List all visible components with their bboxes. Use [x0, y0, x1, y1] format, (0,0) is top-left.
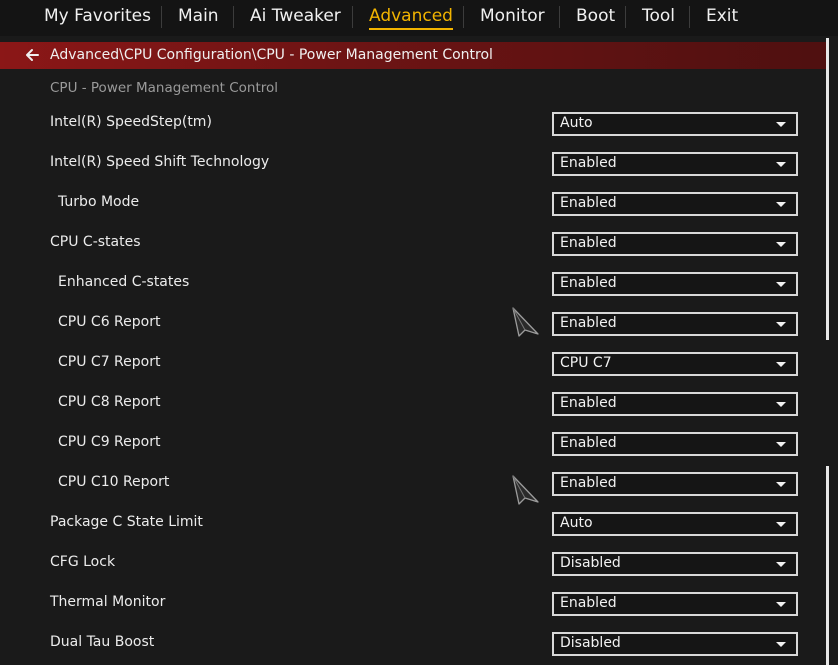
arrow-left-icon[interactable]: [24, 47, 40, 63]
dropdown-value: Enabled: [560, 475, 617, 491]
menu-divider: [352, 6, 353, 28]
setting-label: Turbo Mode: [58, 194, 140, 210]
dropdown-value: Auto: [560, 515, 593, 531]
breadcrumb-path: Advanced\CPU Configuration\CPU - Power M…: [50, 47, 493, 63]
scrollbar-thumb[interactable]: [826, 38, 829, 340]
menu-boot[interactable]: Boot: [576, 6, 615, 26]
section-title: CPU - Power Management Control: [50, 80, 279, 96]
setting-label: CPU C8 Report: [58, 394, 161, 410]
chevron-down-icon: [776, 282, 786, 287]
setting-label: CPU C-states: [50, 234, 141, 250]
dropdown-value: Enabled: [560, 195, 617, 211]
setting-label: Intel(R) SpeedStep(tm): [50, 114, 212, 130]
menu-main[interactable]: Main: [178, 6, 219, 26]
setting-dropdown[interactable]: Disabled: [552, 552, 798, 576]
setting-dropdown[interactable]: Disabled: [552, 632, 798, 656]
menu-divider: [625, 6, 626, 28]
scrollbar-thumb[interactable]: [826, 466, 829, 665]
setting-dropdown[interactable]: Enabled: [552, 152, 798, 176]
setting-label: Dual Tau Boost: [50, 634, 155, 650]
chevron-down-icon: [776, 202, 786, 207]
chevron-down-icon: [776, 322, 786, 327]
dropdown-value: Auto: [560, 115, 593, 131]
bios-screen: My Favorites Main Ai Tweaker Advanced Mo…: [0, 0, 838, 665]
top-menu: My Favorites Main Ai Tweaker Advanced Mo…: [0, 0, 838, 36]
setting-dropdown[interactable]: Auto: [552, 512, 798, 536]
menu-divider: [233, 6, 234, 28]
mouse-pointer-icon: [512, 475, 539, 505]
chevron-down-icon: [776, 602, 786, 607]
dropdown-value: Enabled: [560, 315, 617, 331]
setting-label: Package C State Limit: [50, 514, 203, 530]
chevron-down-icon: [776, 402, 786, 407]
chevron-down-icon: [776, 162, 786, 167]
menu-monitor[interactable]: Monitor: [480, 6, 545, 26]
active-underline: [369, 28, 453, 30]
chevron-down-icon: [776, 482, 786, 487]
menu-tool[interactable]: Tool: [642, 6, 675, 26]
dropdown-value: Enabled: [560, 275, 617, 291]
setting-dropdown[interactable]: Enabled: [552, 432, 798, 456]
setting-dropdown[interactable]: Enabled: [552, 232, 798, 256]
chevron-down-icon: [776, 242, 786, 247]
setting-label: Intel(R) Speed Shift Technology: [50, 154, 270, 170]
menu-advanced[interactable]: Advanced: [369, 6, 453, 30]
dropdown-value: CPU C7: [560, 355, 612, 371]
setting-label: CPU C7 Report: [58, 354, 161, 370]
setting-dropdown[interactable]: Auto: [552, 112, 798, 136]
chevron-down-icon: [776, 522, 786, 527]
setting-label: CPU C10 Report: [58, 474, 170, 490]
breadcrumb: Advanced\CPU Configuration\CPU - Power M…: [0, 42, 826, 69]
dropdown-value: Enabled: [560, 595, 617, 611]
setting-dropdown[interactable]: Enabled: [552, 592, 798, 616]
menu-divider: [463, 6, 464, 28]
dropdown-value: Disabled: [560, 555, 621, 571]
setting-label: CFG Lock: [50, 554, 116, 570]
menu-advanced-label: Advanced: [369, 6, 453, 26]
setting-dropdown[interactable]: Enabled: [552, 192, 798, 216]
setting-dropdown[interactable]: CPU C7: [552, 352, 798, 376]
setting-dropdown[interactable]: Enabled: [552, 312, 798, 336]
setting-dropdown[interactable]: Enabled: [552, 472, 798, 496]
menu-divider: [559, 6, 560, 28]
menu-divider: [689, 6, 690, 28]
mouse-pointer-icon: [512, 307, 539, 337]
setting-label: Thermal Monitor: [50, 594, 166, 610]
setting-label: Enhanced C-states: [58, 274, 190, 290]
setting-label: CPU C9 Report: [58, 434, 161, 450]
chevron-down-icon: [776, 442, 786, 447]
dropdown-value: Disabled: [560, 635, 621, 651]
menu-exit[interactable]: Exit: [706, 6, 738, 26]
menu-ai-tweaker[interactable]: Ai Tweaker: [250, 6, 341, 26]
dropdown-value: Enabled: [560, 155, 617, 171]
setting-dropdown[interactable]: Enabled: [552, 272, 798, 296]
chevron-down-icon: [776, 362, 786, 367]
setting-label: CPU C6 Report: [58, 314, 161, 330]
setting-dropdown[interactable]: Enabled: [552, 392, 798, 416]
menu-my-favorites[interactable]: My Favorites: [44, 6, 151, 26]
dropdown-value: Enabled: [560, 395, 617, 411]
chevron-down-icon: [776, 122, 786, 127]
dropdown-value: Enabled: [560, 435, 617, 451]
chevron-down-icon: [776, 562, 786, 567]
chevron-down-icon: [776, 642, 786, 647]
menu-divider: [161, 6, 162, 28]
dropdown-value: Enabled: [560, 235, 617, 251]
